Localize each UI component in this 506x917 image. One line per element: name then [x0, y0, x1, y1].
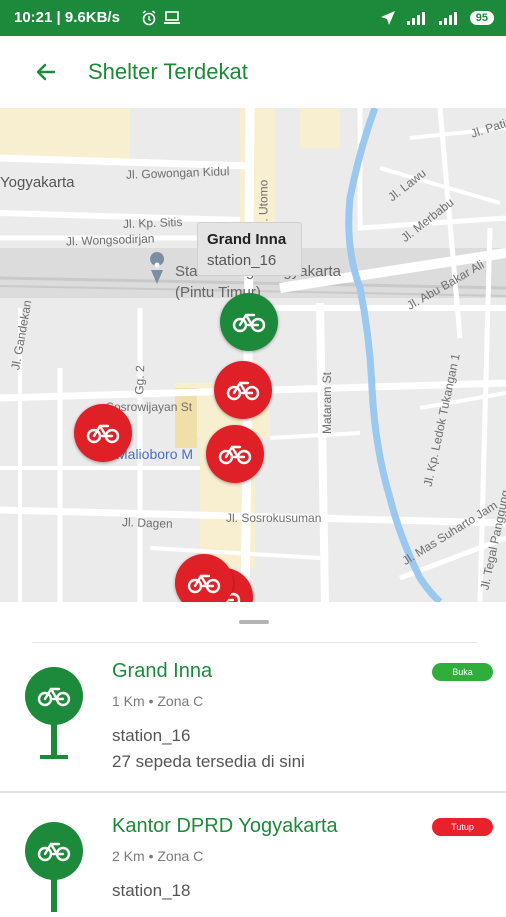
map-background	[0, 108, 506, 602]
bicycle-icon	[218, 445, 252, 465]
map-marker-closed[interactable]	[206, 425, 264, 483]
bicycle-icon	[226, 381, 260, 401]
status-badge: Tutup	[432, 818, 493, 836]
battery-icon: 95	[469, 11, 494, 25]
map-label: Yogyakarta	[0, 174, 75, 191]
location-arrow-icon	[380, 11, 395, 25]
map-marker-closed[interactable]	[74, 404, 132, 462]
map-label: Jl. Kp. Sitis	[122, 214, 183, 232]
map-label: Jl. Sosrokusuman	[226, 511, 322, 525]
map-view[interactable]: Yogyakarta Jl. Gowongan Kidul Jl. Kp. Si…	[0, 108, 506, 602]
divider	[0, 791, 506, 793]
info-window-title: Grand Inna	[207, 231, 287, 248]
signal-icon	[406, 12, 425, 25]
info-window-station: station_16	[207, 252, 277, 269]
shelter-name: Grand Inna	[112, 660, 213, 682]
map-marker-selected[interactable]	[220, 293, 278, 351]
shelter-card[interactable]: Grand Inna 1 Km • Zona C station_16 27 s…	[0, 648, 506, 791]
map-marker-closed[interactable]	[214, 361, 272, 419]
back-button[interactable]	[26, 52, 66, 92]
shelter-name: Kantor DPRD Yogyakarta	[112, 815, 338, 837]
marker-info-window[interactable]: Grand Inna station_16	[197, 222, 302, 276]
signal-icon	[438, 12, 457, 25]
bicycle-icon	[232, 313, 266, 333]
arrow-left-icon	[36, 63, 56, 81]
shelter-card[interactable]: Kantor DPRD Yogyakarta 2 Km • Zona C sta…	[0, 803, 506, 912]
alarm-icon	[142, 10, 156, 26]
laptop-icon	[164, 11, 180, 24]
divider	[32, 642, 477, 643]
shelter-distance: 1 Km • Zona C	[112, 693, 204, 709]
status-bar: 10:21 | 9.6KB/s 95	[0, 0, 506, 36]
app-bar: Shelter Terdekat	[0, 36, 506, 108]
shelter-station-id: station_16	[112, 726, 191, 745]
bicycle-icon	[187, 574, 221, 594]
bicycle-icon	[86, 424, 120, 444]
shelter-availability: 27 sepeda tersedia di sini	[112, 752, 305, 771]
status-badge: Buka	[432, 663, 493, 681]
map-label: Jl. Dagen	[121, 515, 173, 531]
shelter-station-id: station_18	[112, 881, 191, 900]
map-label: Mataram St	[320, 371, 335, 435]
drag-handle[interactable]	[239, 620, 269, 624]
shelter-pin-icon	[25, 667, 83, 759]
map-label: Gg. 2	[132, 365, 148, 395]
status-time: 10:21 | 9.6KB/s	[14, 9, 120, 26]
page-title: Shelter Terdekat	[88, 59, 248, 84]
shelter-distance: 2 Km • Zona C	[112, 848, 204, 864]
shelter-pin-icon	[25, 822, 83, 912]
